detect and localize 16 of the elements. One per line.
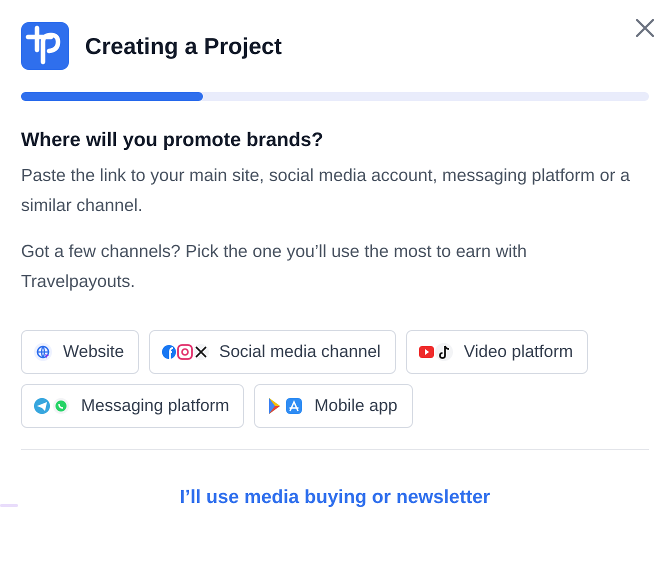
- alternative-link[interactable]: I’ll use media buying or newsletter: [180, 487, 490, 509]
- messenger-logos-icon: [33, 396, 71, 416]
- video-logos-icon: [418, 342, 454, 362]
- channel-option[interactable]: Social media channel: [149, 330, 396, 374]
- description-text: Paste the link to your main site, social media account, messaging platform or a similar channel.: [21, 164, 631, 217]
- globe-icon: [33, 342, 53, 362]
- app-store-logos-icon: [266, 396, 304, 416]
- channel-option[interactable]: Messaging platform: [21, 384, 244, 428]
- channel-option[interactable]: Mobile app: [254, 384, 413, 428]
- channel-option[interactable]: Website: [21, 330, 140, 374]
- channel-option[interactable]: Video platform: [406, 330, 588, 374]
- description-text: Got a few channels? Pick the one you’ll use the most to earn with Travelpayouts.: [21, 240, 528, 293]
- social-logos-icon: [161, 342, 210, 362]
- dialog-title: Creating a Project: [85, 32, 282, 60]
- logo-icon: [21, 22, 69, 70]
- question-heading: Where will you promote brands?: [21, 129, 324, 152]
